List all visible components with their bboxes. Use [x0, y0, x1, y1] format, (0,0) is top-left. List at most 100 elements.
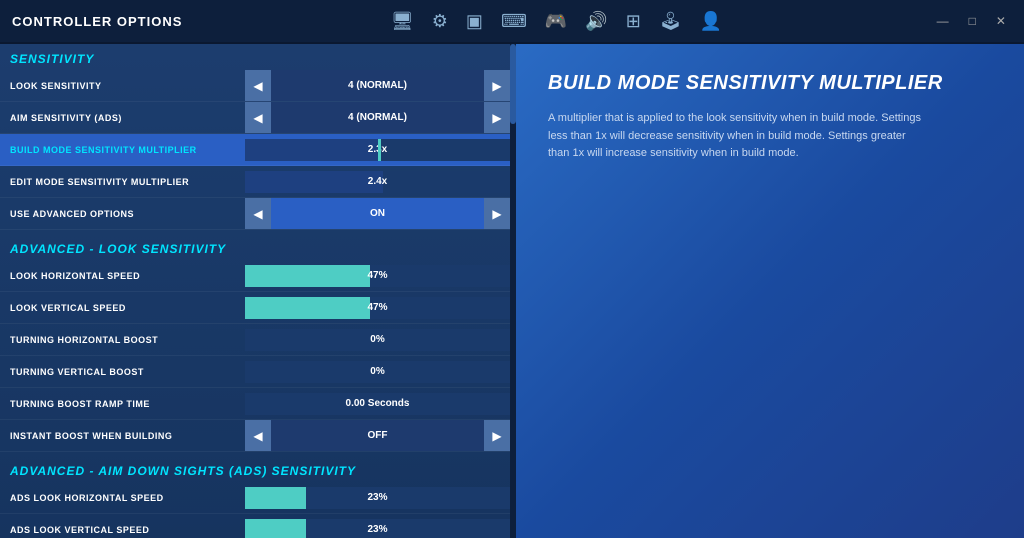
- aim-sensitivity-value: 4 (NORMAL): [271, 102, 484, 133]
- ads-look-horizontal-speed-fill: [245, 487, 306, 509]
- build-mode-sensitivity-marker: [378, 139, 381, 161]
- turning-boost-ramp-time-label: TURNING BOOST RAMP TIME: [0, 399, 245, 409]
- turning-horizontal-boost-label: TURNING HORIZONTAL BOOST: [0, 335, 245, 345]
- maximize-button[interactable]: □: [963, 12, 982, 30]
- ads-look-vertical-speed-label: ADS LOOK VERTICAL SPEED: [0, 525, 245, 535]
- audio-icon[interactable]: 🔊: [585, 11, 607, 32]
- look-horizontal-speed-track[interactable]: 47%: [245, 265, 510, 287]
- turning-horizontal-boost-row: TURNING HORIZONTAL BOOST 0%: [0, 324, 510, 356]
- nav-icons: 🖥 ⚙ ▣ ⌨ 🎮 🔊 ⊞ 🕹 👤: [391, 11, 722, 32]
- instant-boost-left-arrow[interactable]: ◀: [245, 420, 271, 451]
- advanced-look-section-header: ADVANCED - LOOK SENSITIVITY: [0, 230, 510, 260]
- turning-vertical-boost-control[interactable]: 0%: [245, 356, 510, 387]
- ads-look-vertical-speed-track[interactable]: 23%: [245, 519, 510, 538]
- ads-look-vertical-speed-control[interactable]: 23%: [245, 514, 510, 538]
- instant-boost-building-row: INSTANT BOOST WHEN BUILDING ◀ OFF ▶: [0, 420, 510, 452]
- turning-vertical-boost-row: TURNING VERTICAL BOOST 0%: [0, 356, 510, 388]
- edit-mode-sensitivity-value: 2.4x: [368, 176, 387, 187]
- look-sensitivity-left-arrow[interactable]: ◀: [245, 70, 271, 101]
- look-sensitivity-row: LOOK SENSITIVITY ◀ 4 (NORMAL) ▶: [0, 70, 510, 102]
- look-vertical-speed-label: LOOK VERTICAL SPEED: [0, 303, 245, 313]
- gamepad-icon[interactable]: 🕹: [659, 11, 682, 32]
- build-mode-sensitivity-control[interactable]: 2.3x: [245, 134, 510, 165]
- detail-description: A multiplier that is applied to the look…: [548, 110, 928, 163]
- scrollbar[interactable]: [510, 44, 516, 538]
- ads-look-horizontal-speed-control[interactable]: 23%: [245, 482, 510, 513]
- keyboard-icon[interactable]: ⌨: [501, 11, 527, 32]
- aim-sensitivity-label: AIM SENSITIVITY (ADS): [0, 113, 245, 123]
- ads-look-horizontal-speed-label: ADS LOOK HORIZONTAL SPEED: [0, 493, 245, 503]
- edit-mode-sensitivity-label: EDIT MODE SENSITIVITY MULTIPLIER: [0, 177, 245, 187]
- right-panel: BUILD MODE SENSITIVITY MULTIPLIER A mult…: [516, 44, 1024, 538]
- sensitivity-section-header: SENSITIVITY: [0, 44, 510, 70]
- advanced-options-left-arrow[interactable]: ◀: [245, 198, 271, 229]
- scrollbar-thumb[interactable]: [510, 44, 516, 124]
- close-button[interactable]: ✕: [990, 12, 1012, 30]
- use-advanced-options-control[interactable]: ◀ ON ▶: [245, 198, 510, 229]
- network-icon[interactable]: ⊞: [626, 11, 641, 32]
- ads-look-horizontal-speed-row: ADS LOOK HORIZONTAL SPEED 23%: [0, 482, 510, 514]
- turning-vertical-boost-label: TURNING VERTICAL BOOST: [0, 367, 245, 377]
- edit-mode-sensitivity-row: EDIT MODE SENSITIVITY MULTIPLIER 2.4x: [0, 166, 510, 198]
- use-advanced-options-label: USE ADVANCED OPTIONS: [0, 209, 245, 219]
- ads-look-vertical-speed-row: ADS LOOK VERTICAL SPEED 23%: [0, 514, 510, 538]
- advanced-options-value: ON: [271, 198, 484, 229]
- turning-vertical-boost-value: 0%: [370, 366, 384, 377]
- aim-sensitivity-left-arrow[interactable]: ◀: [245, 102, 271, 133]
- build-mode-sensitivity-row: BUILD MODE SENSITIVITY MULTIPLIER 2.3x: [0, 134, 510, 166]
- account-icon[interactable]: 👤: [700, 11, 722, 32]
- look-horizontal-speed-control[interactable]: 47%: [245, 260, 510, 291]
- ads-look-vertical-speed-value: 23%: [367, 524, 387, 535]
- look-horizontal-speed-value: 47%: [367, 270, 387, 281]
- ads-look-horizontal-speed-track[interactable]: 23%: [245, 487, 510, 509]
- advanced-ads-section-header: ADVANCED - AIM DOWN SIGHTS (ADS) SENSITI…: [0, 452, 510, 482]
- turning-boost-ramp-time-control[interactable]: 0.00 Seconds: [245, 388, 510, 419]
- turning-horizontal-boost-track[interactable]: 0%: [245, 329, 510, 351]
- look-vertical-speed-track[interactable]: 47%: [245, 297, 510, 319]
- look-vertical-speed-value: 47%: [367, 302, 387, 313]
- window-title: CONTROLLER OPTIONS: [12, 14, 182, 29]
- controller-active-icon[interactable]: 🎮: [545, 11, 567, 32]
- instant-boost-value: OFF: [271, 420, 484, 451]
- turning-horizontal-boost-control[interactable]: 0%: [245, 324, 510, 355]
- look-sensitivity-value: 4 (NORMAL): [271, 70, 484, 101]
- look-sensitivity-right-arrow[interactable]: ▶: [484, 70, 510, 101]
- turning-boost-ramp-time-value: 0.00 Seconds: [346, 398, 410, 409]
- window-controls: — □ ✕: [931, 12, 1012, 30]
- ads-look-vertical-speed-fill: [245, 519, 306, 538]
- build-mode-sensitivity-fill: [245, 139, 378, 161]
- detail-title: BUILD MODE SENSITIVITY MULTIPLIER: [548, 72, 992, 94]
- minimize-button[interactable]: —: [931, 12, 955, 30]
- turning-horizontal-boost-value: 0%: [370, 334, 384, 345]
- edit-mode-sensitivity-track[interactable]: 2.4x: [245, 171, 510, 193]
- edit-mode-sensitivity-control[interactable]: 2.4x: [245, 166, 510, 197]
- monitor-icon[interactable]: 🖥: [391, 11, 414, 32]
- instant-boost-right-arrow[interactable]: ▶: [484, 420, 510, 451]
- left-panel: SENSITIVITY LOOK SENSITIVITY ◀ 4 (NORMAL…: [0, 44, 510, 538]
- look-vertical-speed-row: LOOK VERTICAL SPEED 47%: [0, 292, 510, 324]
- build-mode-sensitivity-track[interactable]: 2.3x: [245, 139, 510, 161]
- gear-icon[interactable]: ⚙: [432, 11, 448, 32]
- build-mode-sensitivity-label: BUILD MODE SENSITIVITY MULTIPLIER: [0, 145, 245, 155]
- display-icon[interactable]: ▣: [466, 11, 483, 32]
- look-vertical-speed-control[interactable]: 47%: [245, 292, 510, 323]
- look-horizontal-speed-fill: [245, 265, 370, 287]
- title-bar: CONTROLLER OPTIONS 🖥 ⚙ ▣ ⌨ 🎮 🔊 ⊞ 🕹 👤 — □…: [0, 0, 1024, 44]
- aim-sensitivity-row: AIM SENSITIVITY (ADS) ◀ 4 (NORMAL) ▶: [0, 102, 510, 134]
- advanced-options-right-arrow[interactable]: ▶: [484, 198, 510, 229]
- look-vertical-speed-fill: [245, 297, 370, 319]
- instant-boost-building-label: INSTANT BOOST WHEN BUILDING: [0, 431, 245, 441]
- aim-sensitivity-right-arrow[interactable]: ▶: [484, 102, 510, 133]
- ads-look-horizontal-speed-value: 23%: [367, 492, 387, 503]
- use-advanced-options-row: USE ADVANCED OPTIONS ◀ ON ▶: [0, 198, 510, 230]
- instant-boost-building-control[interactable]: ◀ OFF ▶: [245, 420, 510, 451]
- turning-boost-ramp-time-track[interactable]: 0.00 Seconds: [245, 393, 510, 415]
- look-sensitivity-label: LOOK SENSITIVITY: [0, 81, 245, 91]
- main-content: SENSITIVITY LOOK SENSITIVITY ◀ 4 (NORMAL…: [0, 44, 1024, 538]
- look-sensitivity-control[interactable]: ◀ 4 (NORMAL) ▶: [245, 70, 510, 101]
- look-horizontal-speed-label: LOOK HORIZONTAL SPEED: [0, 271, 245, 281]
- aim-sensitivity-control[interactable]: ◀ 4 (NORMAL) ▶: [245, 102, 510, 133]
- turning-boost-ramp-time-row: TURNING BOOST RAMP TIME 0.00 Seconds: [0, 388, 510, 420]
- look-horizontal-speed-row: LOOK HORIZONTAL SPEED 47%: [0, 260, 510, 292]
- turning-vertical-boost-track[interactable]: 0%: [245, 361, 510, 383]
